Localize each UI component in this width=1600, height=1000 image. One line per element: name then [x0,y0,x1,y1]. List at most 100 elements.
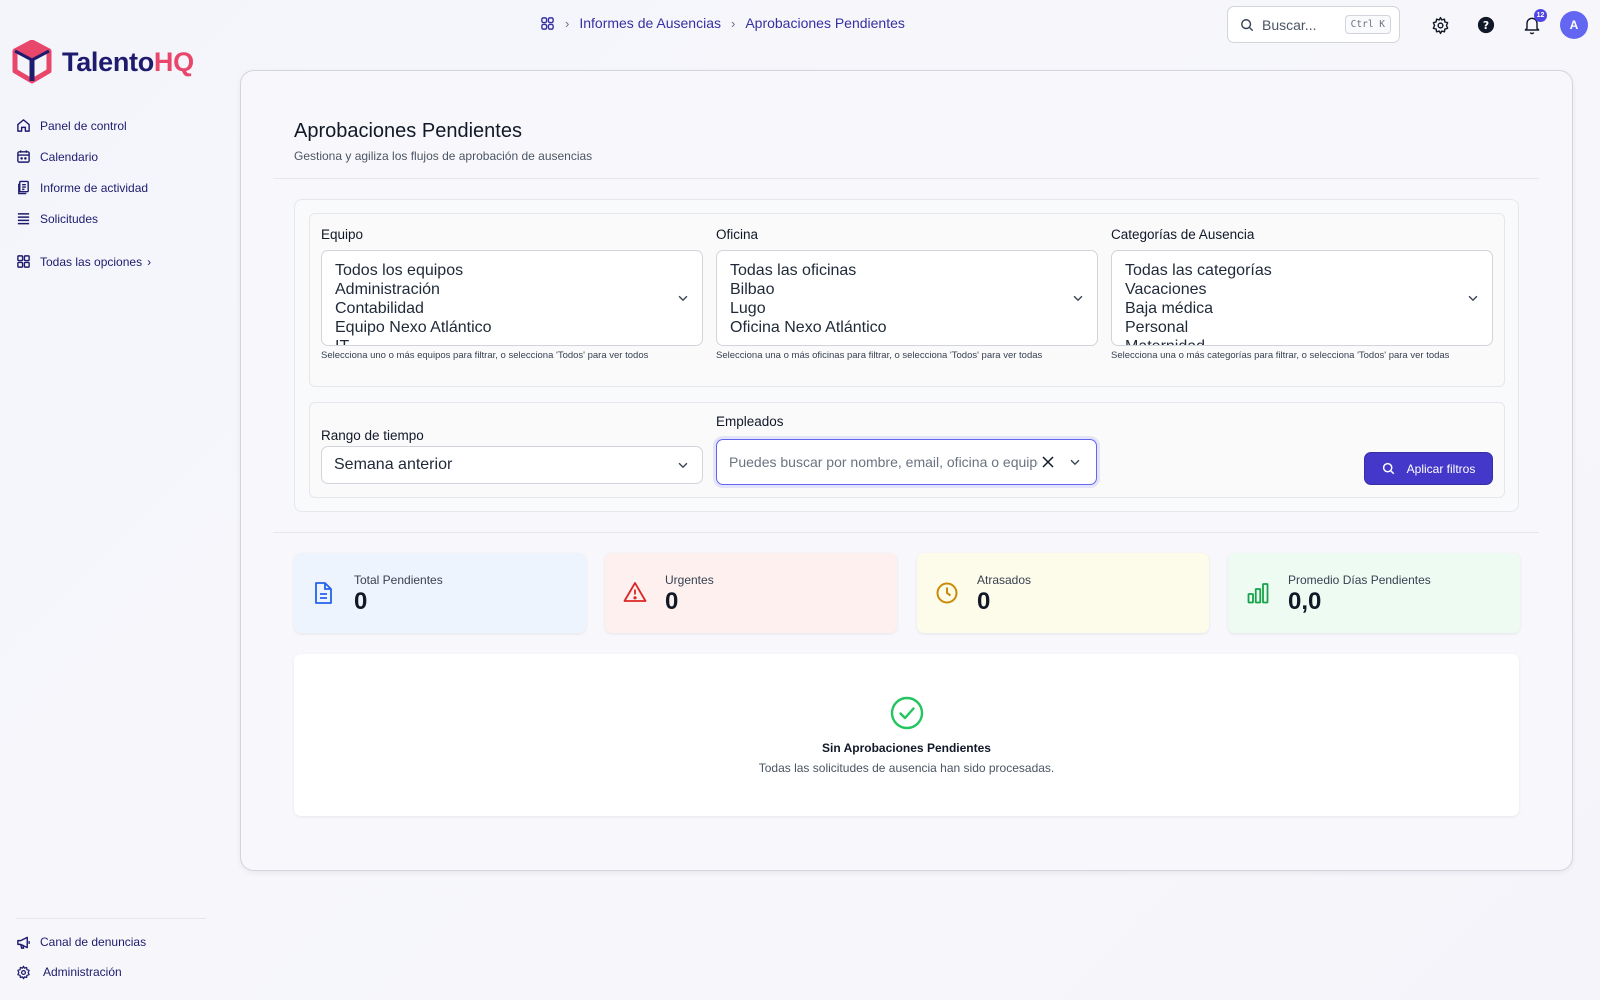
team-option[interactable]: Todos los equipos [335,261,689,280]
chevron-down-icon [1466,291,1480,310]
sidebar-nav: Panel de control Calendario Informe de a… [16,110,206,277]
chevron-down-icon [676,458,690,472]
bar-chart-icon [1246,581,1270,605]
breadcrumb-item-current: Aprobaciones Pendientes [745,15,905,31]
document-icon [312,581,334,605]
stat-card-urgentes: Urgentes 0 [605,553,897,633]
sidebar-item-label: Calendario [40,149,99,164]
empty-state-message: Todas las solicitudes de ausencia han si… [758,761,1055,775]
sidebar-item-label: Informe de actividad [40,180,149,195]
search-icon [1240,18,1254,32]
global-search-input[interactable]: Buscar... Ctrl K [1227,6,1400,43]
empty-state-title: Sin Aprobaciones Pendientes [822,741,991,755]
list-icon [16,211,31,226]
category-filter-label: Categorías de Ausencia [1111,227,1255,242]
apps-grid-icon[interactable] [540,16,555,31]
stat-value: 0 [354,588,368,615]
sidebar-item-informe-de-actividad[interactable]: Informe de actividad [16,172,206,203]
chevron-right-icon: › [147,254,152,269]
breadcrumb-item-informes[interactable]: Informes de Ausencias [579,15,721,31]
clock-icon [935,581,959,605]
shortcut-hint: Ctrl K [1344,15,1391,34]
sidebar-item-label: Panel de control [40,118,127,133]
category-multiselect[interactable]: Todas las categorías Vacaciones Baja méd… [1111,250,1493,346]
search-placeholder: Buscar... [1262,16,1317,33]
employees-search-input[interactable]: Puedes buscar por nombre, email, oficina… [716,439,1097,485]
stat-value: 0 [665,588,679,615]
home-icon [16,118,31,133]
category-option[interactable]: Baja médica [1125,299,1479,318]
team-filter-helper: Selecciona uno o más equipos para filtra… [321,350,649,361]
office-option[interactable]: Bilbao [730,280,1084,299]
sidebar-item-label: Todas las opciones [40,254,143,269]
empty-state-card: Sin Aprobaciones Pendientes Todas las so… [294,654,1519,816]
page-title: Aprobaciones Pendientes [294,120,522,142]
breadcrumb-separator-icon: › [565,15,570,31]
notifications-button[interactable]: 12 [1520,9,1547,37]
header-divider [273,178,1539,179]
office-option[interactable]: Todas las oficinas [730,261,1084,280]
gear-icon [16,965,31,980]
megaphone-icon [16,935,31,950]
time-range-value: Semana anterior [334,456,453,473]
check-circle-icon [890,696,924,730]
sidebar-item-label: Administración [43,965,122,979]
team-option[interactable]: Equipo Nexo Atlántico [335,318,689,337]
category-option[interactable]: Vacaciones [1125,280,1479,299]
sidebar-item-calendario[interactable]: Calendario [16,141,206,172]
close-icon[interactable] [1042,456,1054,468]
filters-divider [273,532,1539,533]
notifications-badge: 12 [1534,9,1547,22]
sidebar-item-administracion[interactable]: Administración [16,957,206,987]
apply-filters-label: Aplicar filtros [1406,461,1476,476]
chevron-down-icon[interactable] [1068,455,1082,469]
team-option[interactable]: Administración [335,280,689,299]
avatar[interactable]: A [1560,11,1588,39]
team-option[interactable]: Contabilidad [335,299,689,318]
stat-card-total-pendientes: Total Pendientes 0 [294,553,586,633]
svg-text:?: ? [1483,19,1489,32]
category-option[interactable]: Todas las categorías [1125,261,1479,280]
stat-value: 0 [977,588,991,615]
category-option[interactable]: Maternidad [1125,337,1479,345]
help-button[interactable]: ? [1474,13,1498,37]
stat-value: 0,0 [1288,588,1322,615]
sidebar-item-solicitudes[interactable]: Solicitudes [16,203,206,234]
team-option[interactable]: IT [335,337,689,345]
team-filter-label: Equipo [321,227,364,242]
time-range-select[interactable]: Semana anterior [321,446,703,484]
brand-logo[interactable]: TalentoHQ [12,40,194,84]
stat-label: Total Pendientes [354,573,443,587]
stat-label: Urgentes [665,573,714,587]
chevron-down-icon [1071,291,1085,310]
breadcrumb: › Informes de Ausencias › Aprobaciones P… [540,15,905,31]
breadcrumb-separator-icon: › [730,15,736,31]
sidebar-bottom: Canal de denuncias Administración [16,918,206,987]
office-filter-helper: Selecciona una o más oficinas para filtr… [716,350,1043,361]
sidebar-item-canal-de-denuncias[interactable]: Canal de denuncias [16,927,206,957]
report-icon [16,180,31,195]
help-icon: ? [1477,16,1495,34]
office-filter-label: Oficina [716,227,759,242]
office-option[interactable]: Oficina Nexo Atlántico [730,318,1084,337]
office-option[interactable]: Lugo [730,299,1084,318]
time-range-label: Rango de tiempo [321,428,424,443]
stat-label: Promedio Días Pendientes [1288,573,1431,587]
gear-icon [1431,16,1450,35]
search-icon [1382,462,1395,475]
sidebar-item-todas-las-opciones[interactable]: Todas las opciones › [16,246,206,277]
brand-name: TalentoHQ [62,46,194,77]
warning-icon [623,581,647,603]
employees-label: Empleados [716,414,784,429]
sidebar-item-label: Solicitudes [40,211,99,226]
sidebar-item-panel-de-control[interactable]: Panel de control [16,110,206,141]
sidebar-item-label: Canal de denuncias [40,935,147,949]
office-multiselect[interactable]: Todas las oficinas Bilbao Lugo Oficina N… [716,250,1098,346]
team-multiselect[interactable]: Todos los equipos Administración Contabi… [321,250,703,346]
grid-icon [16,254,31,269]
cube-logo-icon [12,40,52,84]
category-option[interactable]: Personal [1125,318,1479,337]
apply-filters-button[interactable]: Aplicar filtros [1364,452,1493,485]
stat-card-atrasados: Atrasados 0 [917,553,1209,633]
settings-button[interactable] [1428,13,1452,37]
